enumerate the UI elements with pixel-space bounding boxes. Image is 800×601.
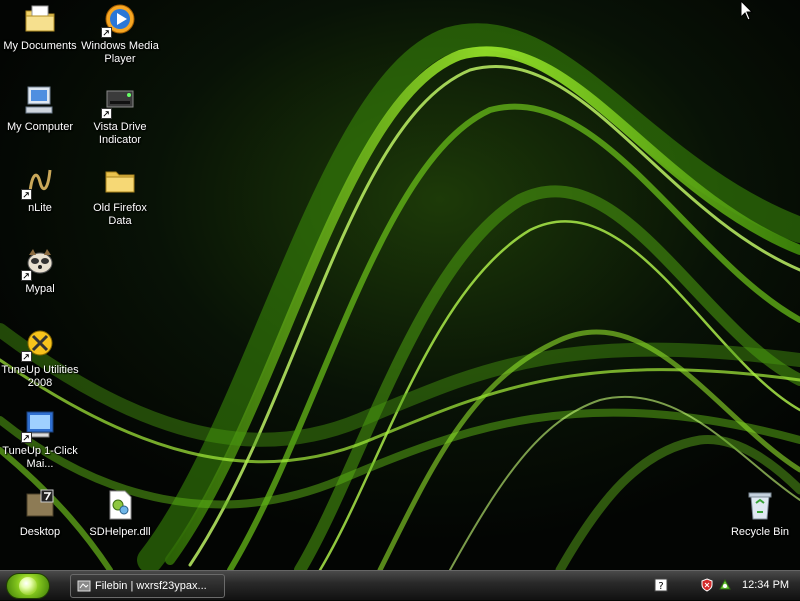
my-computer-icon bbox=[23, 83, 57, 117]
desktop-icon-my-documents[interactable]: My Documents bbox=[0, 2, 80, 53]
system-tray: ? 12:34 PM bbox=[645, 571, 800, 601]
icon-label: Vista Drive Indicator bbox=[93, 121, 147, 146]
clock[interactable]: 12:34 PM bbox=[742, 579, 789, 591]
desktop-icon-windows-media-player[interactable]: Windows Media Player bbox=[80, 2, 160, 66]
my-documents-icon bbox=[23, 2, 57, 36]
icon-label: SDHelper.dll bbox=[89, 526, 151, 538]
icon-label: Windows Media Player bbox=[81, 40, 159, 65]
desktop-icon-my-computer[interactable]: My Computer bbox=[0, 83, 80, 134]
start-button[interactable] bbox=[6, 573, 50, 599]
icon-label: Mypal bbox=[25, 283, 55, 295]
taskbar-button-label: Filebin | wxrsf23ypax... bbox=[95, 580, 207, 592]
tuneup-icon bbox=[21, 326, 57, 362]
desktop-icon-vista-drive-indicator[interactable]: Vista Drive Indicator bbox=[80, 83, 160, 147]
help-icon[interactable]: ? bbox=[654, 578, 668, 592]
icon-label: TuneUp 1-Click Mai... bbox=[2, 445, 78, 470]
taskbar: Filebin | wxrsf23ypax... ? 12:34 PM bbox=[0, 570, 800, 600]
shortcut-arrow-icon bbox=[21, 351, 32, 362]
icon-label: TuneUp Utilities 2008 bbox=[1, 364, 79, 389]
icon-label: Recycle Bin bbox=[730, 526, 790, 538]
desktop-icon-recycle-bin[interactable]: Recycle Bin bbox=[720, 488, 800, 539]
tuneup-1click-icon bbox=[21, 407, 57, 443]
icon-label: Desktop bbox=[19, 526, 61, 538]
drive-indicator-icon bbox=[101, 83, 137, 119]
desktop-folder-icon bbox=[23, 488, 57, 522]
icon-label: nLite bbox=[28, 202, 52, 214]
recycle-bin-icon bbox=[743, 488, 777, 522]
media-player-icon bbox=[101, 2, 137, 38]
icon-label: My Documents bbox=[3, 40, 77, 52]
browser-window-icon bbox=[77, 580, 91, 592]
shortcut-arrow-icon bbox=[21, 432, 32, 443]
shortcut-arrow-icon bbox=[21, 189, 32, 200]
desktop-icon-old-firefox-data[interactable]: Old Firefox Data bbox=[80, 164, 160, 228]
desktop-icon-desktop[interactable]: Desktop bbox=[0, 488, 80, 539]
icon-label: Old Firefox Data bbox=[93, 202, 147, 227]
network-icon[interactable] bbox=[718, 578, 732, 592]
shortcut-arrow-icon bbox=[21, 270, 32, 281]
nlite-icon bbox=[21, 164, 57, 200]
taskbar-button-filebin[interactable]: Filebin | wxrsf23ypax... bbox=[70, 574, 225, 598]
desktop-icon-nlite[interactable]: nLite bbox=[0, 164, 80, 215]
icon-label: My Computer bbox=[6, 121, 74, 133]
shortcut-arrow-icon bbox=[101, 108, 112, 119]
mypal-icon bbox=[21, 245, 57, 281]
windows-logo-icon bbox=[19, 577, 37, 595]
desktop-icon-mypal[interactable]: Mypal bbox=[0, 245, 80, 296]
desktop-icon-tuneup-1-click[interactable]: TuneUp 1-Click Mai... bbox=[0, 407, 80, 471]
dll-file-icon bbox=[103, 488, 137, 522]
shortcut-arrow-icon bbox=[101, 27, 112, 38]
desktop-icon-sdhelper-dll[interactable]: SDHelper.dll bbox=[80, 488, 160, 539]
desktop-icon-tuneup-utilities-2008[interactable]: TuneUp Utilities 2008 bbox=[0, 326, 80, 390]
mouse-cursor-icon bbox=[740, 0, 754, 21]
folder-icon bbox=[103, 164, 137, 198]
security-shield-icon[interactable] bbox=[700, 578, 714, 592]
svg-text:?: ? bbox=[658, 581, 663, 592]
